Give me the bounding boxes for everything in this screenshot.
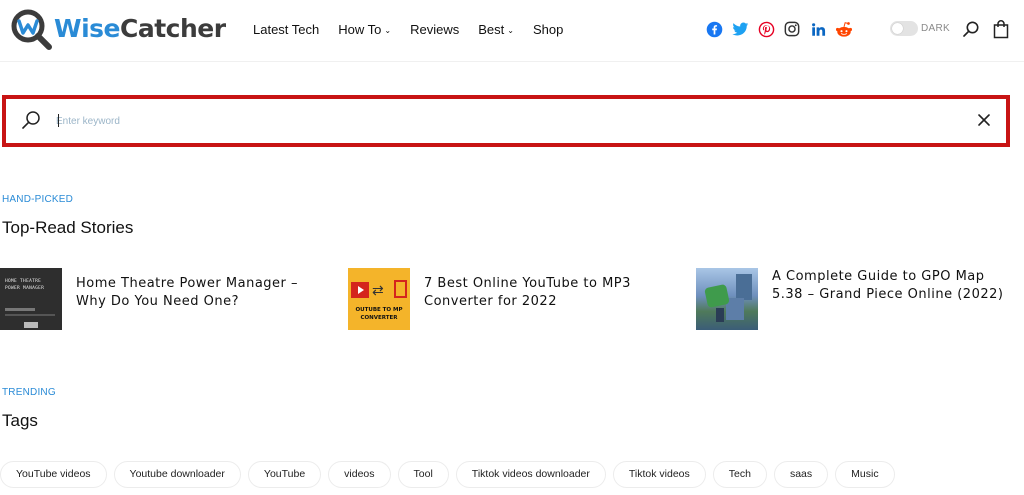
nav-label: Latest Tech [253, 22, 320, 37]
thumbnail-decor [24, 322, 38, 328]
nav-label: Reviews [410, 22, 460, 37]
tag-pill[interactable]: YouTube [247, 461, 322, 488]
thumbnail-caption: HOME THEATRE POWER MANAGER [5, 279, 45, 291]
logo-word-second: Catcher [119, 14, 226, 43]
reddit-icon[interactable] [835, 20, 853, 38]
nav-reviews[interactable]: Reviews [410, 20, 459, 40]
nav-shop[interactable]: Shop [533, 20, 563, 40]
chevron-down-icon: ⌄ [384, 26, 392, 35]
shopping-bag-icon[interactable] [993, 19, 1009, 39]
story-title[interactable]: Home Theatre Power Manager – Why Do You … [76, 275, 316, 330]
logo-word-first: Wise [54, 14, 120, 43]
facebook-icon[interactable] [705, 20, 723, 38]
text-caret [58, 114, 59, 127]
site-logo[interactable]: WiseCatcher [8, 6, 226, 54]
tags-title: Tags [2, 411, 38, 430]
linkedin-icon[interactable] [809, 20, 827, 38]
dark-mode-label: DARK [921, 23, 950, 34]
magnifier-logo-icon [11, 9, 52, 50]
story-title[interactable]: 7 Best Online YouTube to MP3 Converter f… [424, 275, 669, 330]
story-card[interactable]: A Complete Guide to GPO Map 5.38 – Grand… [696, 268, 1016, 330]
story-thumbnail [696, 268, 758, 330]
nav-latest-tech[interactable]: Latest Tech [253, 20, 319, 40]
search-input[interactable] [56, 108, 956, 134]
tag-pill[interactable]: Youtube downloader [113, 461, 241, 488]
tag-pill[interactable]: videos [328, 461, 391, 488]
nav-label: Best [478, 22, 505, 37]
nav-label: How To [338, 22, 382, 37]
tag-pill[interactable]: Tech [712, 461, 767, 488]
nav-how-to[interactable]: How To ⌄ [338, 20, 391, 40]
nav-best[interactable]: Best ⌄ [478, 20, 514, 40]
tag-pill[interactable]: YouTube videos [0, 461, 107, 488]
search-icon [22, 111, 40, 129]
thumbnail-decor [736, 274, 752, 300]
twitter-icon[interactable] [731, 20, 749, 38]
trending-eyebrow: TRENDING [2, 387, 56, 398]
tag-pill[interactable]: Tiktok videos downloader [455, 461, 606, 488]
search-form [2, 95, 1010, 147]
chevron-down-icon: ⌄ [507, 26, 514, 35]
tag-list: YouTube videos Youtube downloader YouTub… [0, 461, 902, 488]
top-read-title: Top-Read Stories [2, 218, 134, 237]
play-icon [351, 282, 369, 298]
tag-pill[interactable]: Tool [397, 461, 449, 488]
story-title[interactable]: A Complete Guide to GPO Map 5.38 – Grand… [772, 268, 1012, 330]
thumbnail-caption: OUTUBE TO MP CONVERTER [355, 307, 403, 321]
story-card[interactable]: HOME THEATRE POWER MANAGER Home Theatre … [0, 268, 330, 330]
instagram-icon[interactable] [783, 20, 801, 38]
swap-arrows-icon: ⇄ [372, 282, 384, 298]
nav-label: Shop [532, 22, 564, 37]
thumbnail-decor [5, 308, 35, 311]
social-links [705, 20, 861, 38]
main-nav: Latest Tech How To ⌄ Reviews Best ⌄ Shop [253, 20, 582, 40]
thumbnail-decor [716, 308, 724, 322]
site-header: WiseCatcher Latest Tech How To ⌄ Reviews … [0, 0, 1024, 62]
logo-wordmark: WiseCatcher [54, 14, 226, 44]
hand-picked-eyebrow: HAND-PICKED [2, 194, 74, 205]
story-thumbnail: HOME THEATRE POWER MANAGER [0, 268, 62, 330]
dark-mode-toggle[interactable]: DARK [890, 21, 950, 36]
tag-pill[interactable]: Music [835, 461, 895, 488]
toggle-knob [892, 23, 903, 34]
story-card[interactable]: ⇄ OUTUBE TO MP CONVERTER 7 Best Online Y… [348, 268, 678, 330]
tag-pill[interactable]: saas [773, 461, 829, 488]
header-search-icon[interactable] [962, 20, 980, 38]
pinterest-icon[interactable] [757, 20, 775, 38]
tag-pill[interactable]: Tiktok videos [612, 461, 706, 488]
toggle-track [890, 21, 918, 36]
thumbnail-decor [5, 314, 55, 316]
close-icon[interactable] [976, 112, 992, 128]
story-thumbnail: ⇄ OUTUBE TO MP CONVERTER [348, 268, 410, 330]
file-icon [394, 280, 407, 298]
